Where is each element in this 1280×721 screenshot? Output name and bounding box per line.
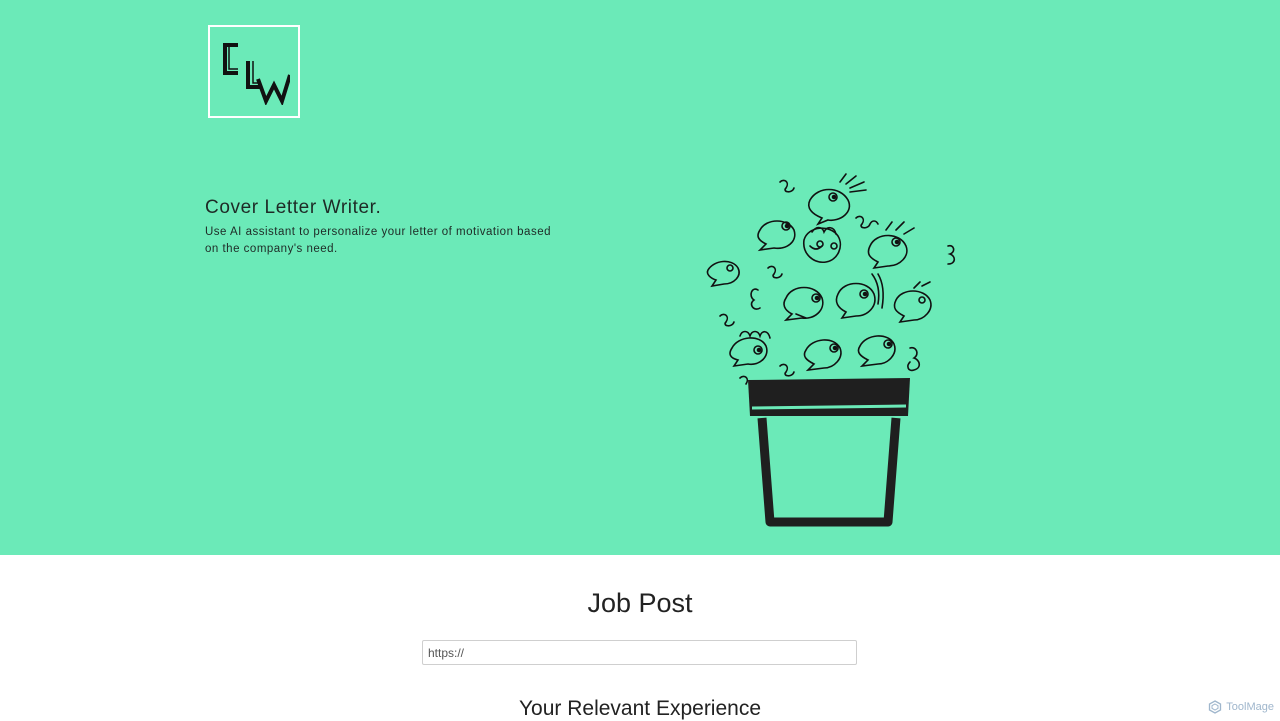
job-post-title: Job Post <box>587 588 693 618</box>
relevant-experience-title: Your Relevant Experience <box>518 697 762 720</box>
watermark: ToolMage <box>1208 700 1274 714</box>
hero-description: Use AI assistant to personalize your let… <box>205 226 551 255</box>
clw-logo-icon <box>223 43 290 105</box>
logo[interactable] <box>208 25 300 118</box>
job-post-url-input[interactable] <box>422 640 857 665</box>
hexagon-icon <box>1209 700 1222 714</box>
watermark-label: ToolMage <box>1226 701 1274 713</box>
hero-section: Cover Letter Writer. Use AI assistant to… <box>0 0 1280 555</box>
plant-pot-illustration <box>706 173 956 527</box>
hero-title: Cover Letter Writer. <box>205 197 382 218</box>
